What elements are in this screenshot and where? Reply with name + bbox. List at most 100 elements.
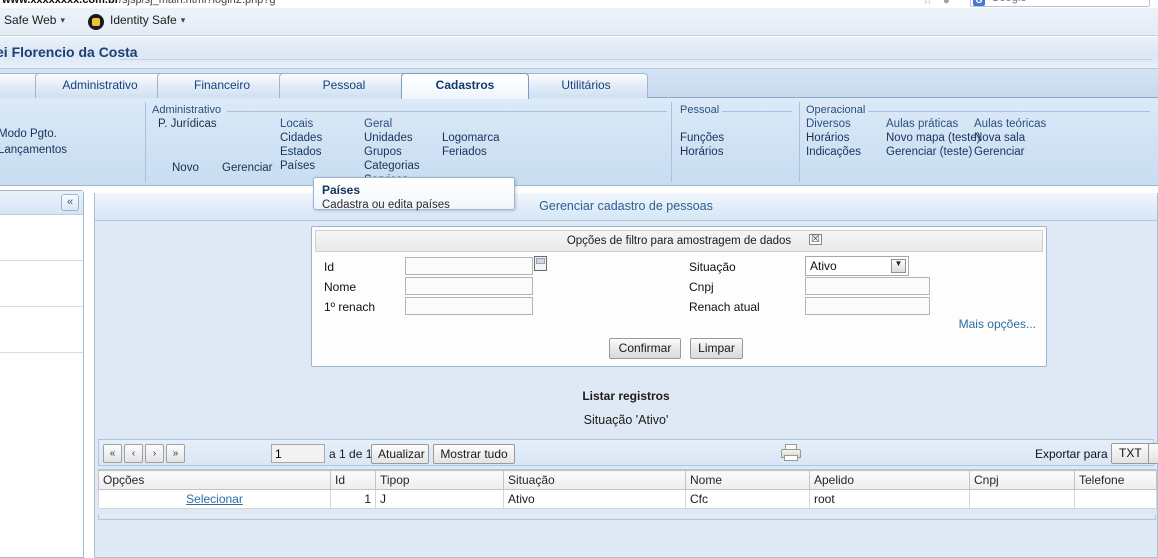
left-panel-row-3[interactable]: icial: [0, 307, 83, 353]
cell-situacao: Ativo: [503, 489, 686, 509]
ribbon-item-logomarca[interactable]: Logomarca: [442, 132, 500, 144]
content-panel: Gerenciar cadastro de pessoas Opções de …: [94, 193, 1158, 558]
chevron-down-icon-situacao[interactable]: [891, 259, 906, 273]
cell-telefone: [1074, 489, 1157, 509]
chevron-down-icon: ▾: [60, 15, 66, 25]
select-row-link[interactable]: Selecionar: [186, 492, 243, 506]
pager-next-button[interactable]: ›: [145, 444, 164, 463]
cell-nome: Cfc: [685, 489, 810, 509]
ribbon-item-categorias[interactable]: Categorias: [364, 160, 420, 172]
ribbon-item-lancamentos[interactable]: Lançamentos: [0, 144, 67, 156]
page-title: ei Florencio da Costa: [0, 44, 138, 60]
clear-button[interactable]: Limpar: [690, 338, 743, 359]
collapse-panel-icon[interactable]: «: [61, 194, 79, 211]
tab-financeiro[interactable]: Financeiro: [157, 73, 287, 98]
listing-heading: Listar registros: [582, 389, 670, 403]
search-engine-label: Google: [991, 0, 1026, 4]
ribbon-bigbtn-sub-gerenciar[interactable]: Gerenciar: [222, 162, 273, 174]
norton-toolbar: Safe Web ▾ Identity Safe ▾: [0, 8, 1158, 36]
filter-input-nome[interactable]: [405, 277, 533, 295]
identity-safe-icon: [88, 14, 104, 30]
export-pdf-button[interactable]: P: [1148, 443, 1158, 464]
left-side-panel: « auto Ba orma segura icial: [0, 190, 84, 558]
column-header-situacao[interactable]: Situação: [503, 470, 686, 490]
safe-web-label: Safe Web: [4, 13, 57, 27]
filter-select-situacao[interactable]: Ativo: [805, 256, 909, 276]
ribbon-item-horarios-pessoal[interactable]: Horários: [680, 146, 723, 158]
ribbon-item-cidades[interactable]: Cidades: [280, 132, 322, 144]
tab-administrativo[interactable]: Administrativo: [35, 73, 165, 98]
group-separator-3: [799, 102, 800, 182]
filter-input-renach-atual[interactable]: [805, 297, 930, 315]
identity-safe-menu[interactable]: Identity Safe ▾: [110, 13, 185, 27]
left-panel-row-1[interactable]: auto Ba: [0, 215, 83, 261]
listing-subheading: Situação 'Ativo': [583, 413, 669, 427]
table-header-row: Opções Id Tipop Situação Nome Apelido Cn…: [98, 470, 1157, 490]
ribbon-bigbtn-sub-novo[interactable]: Novo: [172, 162, 199, 174]
ribbon-item-gerenciar-teoricas[interactable]: Gerenciar: [974, 146, 1025, 158]
column-header-telefone[interactable]: Telefone: [1074, 470, 1157, 490]
group-rule-operacional: [868, 111, 1150, 112]
header-divider: [120, 59, 1152, 60]
bookmark-icon[interactable]: ☆ ●: [922, 0, 950, 7]
safe-web-menu[interactable]: Safe Web ▾: [4, 13, 65, 27]
filter-panel-title: Opções de filtro para amostragem de dado…: [566, 235, 792, 247]
search-box[interactable]: G Google: [970, 0, 1150, 7]
tab-utilitarios[interactable]: Utilitários: [524, 73, 648, 98]
filter-input-renach1[interactable]: [405, 297, 533, 315]
url-path: /sjsp/sj_main.html?login2.php?g: [119, 0, 276, 6]
cell-apelido: root: [809, 489, 970, 509]
ribbon-item-estados[interactable]: Estados: [280, 146, 322, 158]
ribbon-item-funcoes[interactable]: Funções: [680, 132, 724, 144]
show-all-button[interactable]: Mostrar tudo: [433, 444, 515, 464]
ribbon-group-label-pessoal: Pessoal: [680, 104, 720, 116]
ribbon-item-indicacoes[interactable]: Indicações: [806, 146, 861, 158]
column-header-id[interactable]: Id: [330, 470, 376, 490]
ribbon-item-unidades[interactable]: Unidades: [364, 132, 413, 144]
filter-label-nome: Nome: [324, 280, 357, 294]
data-table: Opções Id Tipop Situação Nome Apelido Cn…: [98, 470, 1157, 509]
tab-pessoal[interactable]: Pessoal: [279, 73, 409, 98]
tab-cadastros[interactable]: Cadastros: [401, 73, 529, 99]
column-header-cnpj[interactable]: Cnpj: [969, 470, 1075, 490]
refresh-button[interactable]: Atualizar: [371, 444, 429, 464]
filter-input-cnpj[interactable]: [805, 277, 930, 295]
filter-panel: Opções de filtro para amostragem de dado…: [311, 226, 1047, 367]
ribbon-item-paises[interactable]: Países: [280, 160, 315, 172]
close-icon[interactable]: ☒: [809, 234, 822, 245]
group-rule-pessoal: [722, 111, 792, 112]
more-options-link[interactable]: Mais opções...: [959, 317, 1036, 331]
ribbon-item-grupos[interactable]: Grupos: [364, 146, 402, 158]
data-table-wrapper: Opções Id Tipop Situação Nome Apelido Cn…: [98, 469, 1157, 515]
ribbon-item-nova-sala[interactable]: Nova sala: [974, 132, 1025, 144]
column-header-tipop[interactable]: Tipop: [375, 470, 504, 490]
ribbon-col-header-locais: Locais: [280, 118, 314, 130]
ribbon-item-gerenciar-teste[interactable]: Gerenciar (teste): [886, 146, 972, 158]
filter-input-id[interactable]: [405, 257, 533, 275]
group-rule-administrativo: [227, 111, 667, 112]
pager-prev-button[interactable]: ‹: [124, 444, 143, 463]
calculator-icon[interactable]: [534, 256, 547, 271]
pager-page-input[interactable]: [271, 444, 325, 463]
ribbon-item-modo-pgto[interactable]: Modo Pgto.: [0, 128, 57, 140]
confirm-button[interactable]: Confirmar: [609, 338, 681, 359]
filter-panel-header: Opções de filtro para amostragem de dado…: [315, 230, 1043, 252]
filter-label-renach1: 1º renach: [324, 300, 376, 314]
ribbon-item-novo-mapa[interactable]: Novo mapa (teste): [886, 132, 981, 144]
pager-last-button[interactable]: »: [166, 444, 185, 463]
ribbon-item-feriados[interactable]: Feriados: [442, 146, 487, 158]
pager-first-button[interactable]: «: [103, 444, 122, 463]
chevron-down-icon-2: ▾: [180, 15, 186, 25]
filter-label-cnpj: Cnpj: [689, 280, 714, 294]
column-header-apelido[interactable]: Apelido: [809, 470, 970, 490]
column-header-nome[interactable]: Nome: [685, 470, 810, 490]
ribbon-col-header-aulas-teoricas: Aulas teóricas: [974, 118, 1047, 130]
ribbon-item-horarios-op[interactable]: Horários: [806, 132, 849, 144]
address-bar-text[interactable]: www.xxxxxxxx.com.br/sjsp/sj_main.html?lo…: [2, 0, 276, 6]
column-header-opcoes[interactable]: Opções: [98, 470, 331, 490]
left-panel-row-2[interactable]: orma segura: [0, 261, 83, 307]
printer-icon[interactable]: [781, 444, 801, 462]
ribbon-group-label-administrativo: Administrativo: [152, 104, 222, 116]
export-txt-button[interactable]: TXT: [1111, 443, 1150, 464]
google-icon: G: [973, 0, 985, 6]
